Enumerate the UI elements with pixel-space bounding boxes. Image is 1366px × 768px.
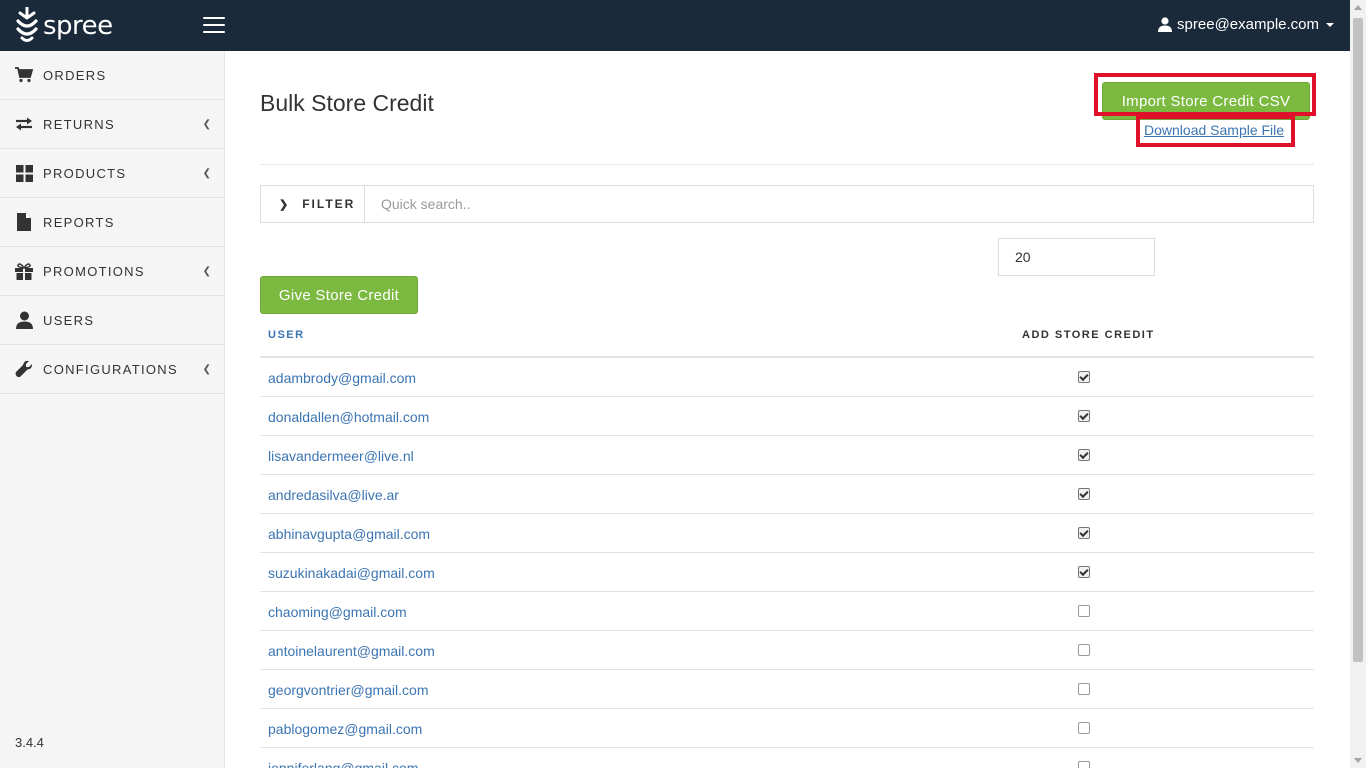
table-row: donaldallen@hotmail.com [260, 397, 1314, 436]
table-header: USER ADD STORE CREDIT [260, 316, 1314, 358]
user-email-link[interactable]: adambrody@gmail.com [268, 370, 416, 386]
user-email-link[interactable]: antoinelaurent@gmail.com [268, 643, 435, 659]
column-header-user[interactable]: USER [268, 329, 305, 341]
sidebar: ORDERS RETURNS ❮ PRODUCTS ❮ REPORTS PROM… [0, 51, 225, 768]
sidebar-item-label: RETURNS [43, 116, 115, 132]
user-email-link[interactable]: pablogomez@gmail.com [268, 721, 422, 737]
column-header-add-store-credit: ADD STORE CREDIT [1022, 329, 1155, 341]
download-sample-file-link[interactable]: Download Sample File [1144, 122, 1284, 138]
chevron-right-icon: ❯ [279, 198, 291, 211]
sidebar-item-configurations[interactable]: CONFIGURATIONS ❮ [0, 345, 224, 394]
table-row: jenniferlang@gmail.com [260, 748, 1314, 768]
add-store-credit-checkbox[interactable] [1078, 605, 1090, 617]
user-email-link[interactable]: suzukinakadai@gmail.com [268, 565, 435, 581]
scroll-thumb[interactable] [1353, 18, 1363, 662]
add-store-credit-checkbox[interactable] [1078, 449, 1090, 461]
table-row: abhinavgupta@gmail.com [260, 514, 1314, 553]
user-account-menu[interactable]: spree@example.com [1158, 16, 1334, 33]
sidebar-item-label: USERS [43, 312, 95, 328]
user-email-link[interactable]: jenniferlang@gmail.com [268, 760, 418, 768]
filter-bar: ❯ FILTER [260, 185, 1314, 223]
sidebar-item-label: PRODUCTS [43, 165, 127, 181]
gift-icon [15, 262, 33, 280]
add-store-credit-checkbox[interactable] [1078, 371, 1090, 383]
quick-search-input[interactable] [365, 186, 1313, 222]
chevron-left-icon: ❮ [202, 168, 211, 179]
file-icon [15, 213, 33, 231]
table-row: georgvontrier@gmail.com [260, 670, 1314, 709]
give-store-credit-button[interactable]: Give Store Credit [260, 276, 418, 314]
grid-icon [15, 164, 33, 182]
table-row: adambrody@gmail.com [260, 358, 1314, 397]
user-email-link[interactable]: abhinavgupta@gmail.com [268, 526, 430, 542]
add-store-credit-checkbox[interactable] [1078, 566, 1090, 578]
sidebar-item-label: REPORTS [43, 214, 115, 230]
users-table: USER ADD STORE CREDIT adambrody@gmail.co… [260, 316, 1314, 768]
sidebar-item-label: ORDERS [43, 67, 107, 83]
user-email: spree@example.com [1177, 16, 1319, 33]
user-email-link[interactable]: donaldallen@hotmail.com [268, 409, 429, 425]
user-icon [1158, 17, 1173, 32]
scroll-up-arrow-icon[interactable] [1354, 5, 1362, 10]
table-row: chaoming@gmail.com [260, 592, 1314, 631]
chevron-left-icon: ❮ [202, 364, 211, 375]
sidebar-item-orders[interactable]: ORDERS [0, 51, 224, 100]
sidebar-item-label: CONFIGURATIONS [43, 361, 178, 377]
user-email-link[interactable]: chaoming@gmail.com [268, 604, 407, 620]
store-credit-amount-input[interactable] [998, 238, 1155, 276]
app-version: 3.4.4 [15, 735, 44, 750]
filter-label: FILTER [302, 197, 356, 211]
wrench-icon [15, 360, 33, 378]
logo-text: spree [43, 11, 113, 41]
menu-toggle-icon[interactable] [203, 17, 225, 33]
top-header: spree spree@example.com [0, 0, 1350, 51]
exchange-icon [15, 115, 33, 133]
user-email-link[interactable]: georgvontrier@gmail.com [268, 682, 429, 698]
add-store-credit-checkbox[interactable] [1078, 527, 1090, 539]
spree-logo[interactable]: spree [14, 6, 113, 46]
add-store-credit-checkbox[interactable] [1078, 644, 1090, 656]
sidebar-item-label: PROMOTIONS [43, 263, 145, 279]
add-store-credit-checkbox[interactable] [1078, 722, 1090, 734]
header-divider [260, 164, 1314, 165]
sidebar-item-promotions[interactable]: PROMOTIONS ❮ [0, 247, 224, 296]
sidebar-item-returns[interactable]: RETURNS ❮ [0, 100, 224, 149]
chevron-down-icon [1326, 22, 1334, 27]
table-row: lisavandermeer@live.nl [260, 436, 1314, 475]
chevron-left-icon: ❮ [202, 119, 211, 130]
scroll-down-arrow-icon[interactable] [1354, 758, 1362, 763]
spree-logo-icon [16, 7, 38, 42]
add-store-credit-checkbox[interactable] [1078, 761, 1090, 768]
sidebar-item-users[interactable]: USERS [0, 296, 224, 345]
table-row: antoinelaurent@gmail.com [260, 631, 1314, 670]
user-email-link[interactable]: andredasilva@live.ar [268, 487, 399, 503]
table-row: andredasilva@live.ar [260, 475, 1314, 514]
sidebar-item-products[interactable]: PRODUCTS ❮ [0, 149, 224, 198]
table-row: suzukinakadai@gmail.com [260, 553, 1314, 592]
add-store-credit-checkbox[interactable] [1078, 488, 1090, 500]
user-email-link[interactable]: lisavandermeer@live.nl [268, 448, 414, 464]
chevron-left-icon: ❮ [202, 266, 211, 277]
add-store-credit-checkbox[interactable] [1078, 683, 1090, 695]
filter-toggle-button[interactable]: ❯ FILTER [261, 186, 365, 222]
add-store-credit-checkbox[interactable] [1078, 410, 1090, 422]
user-icon [15, 311, 33, 329]
page-scrollbar[interactable] [1350, 0, 1366, 768]
page-title: Bulk Store Credit [260, 90, 434, 116]
import-store-credit-csv-button[interactable]: Import Store Credit CSV [1102, 82, 1310, 120]
sidebar-item-reports[interactable]: REPORTS [0, 198, 224, 247]
cart-icon [15, 66, 33, 84]
table-row: pablogomez@gmail.com [260, 709, 1314, 748]
